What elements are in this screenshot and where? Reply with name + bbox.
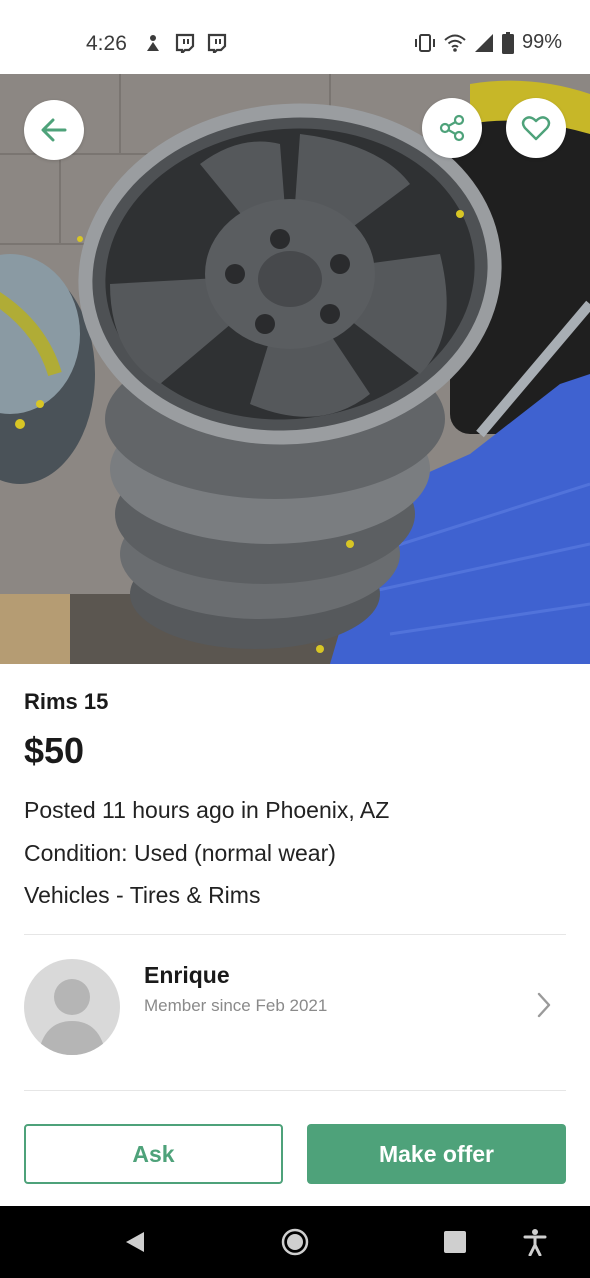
nav-back-button[interactable] <box>110 1206 160 1278</box>
listing-posted: Posted 11 hours ago in Phoenix, AZ <box>24 797 390 823</box>
heart-icon <box>521 116 551 141</box>
seller-name: Enrique <box>144 962 230 988</box>
listing-condition: Condition: Used (normal wear) <box>24 840 336 866</box>
make-offer-button[interactable]: Make offer <box>307 1124 566 1184</box>
ask-button[interactable]: Ask <box>24 1124 283 1184</box>
signal-icon <box>474 33 493 52</box>
listing-category: Vehicles - Tires & Rims <box>24 882 261 908</box>
back-button[interactable] <box>24 100 84 160</box>
share-icon <box>439 114 465 142</box>
listing-price: $50 <box>24 730 85 771</box>
vibrate-icon <box>414 33 435 52</box>
divider <box>24 1090 566 1091</box>
notification-icon <box>142 32 164 54</box>
favorite-button[interactable] <box>506 98 566 158</box>
twitch-icon <box>206 32 228 54</box>
person-placeholder-icon <box>38 979 106 1055</box>
status-bar: 4:26 99% <box>0 0 590 74</box>
circle-home-icon <box>281 1228 309 1256</box>
seller-member-since: Member since Feb 2021 <box>144 996 328 1015</box>
share-button[interactable] <box>422 98 482 158</box>
chevron-right-icon <box>537 992 551 1018</box>
arrow-left-icon <box>41 118 67 142</box>
system-nav-bar <box>0 1206 590 1278</box>
avatar <box>24 959 120 1055</box>
triangle-back-icon <box>126 1232 144 1252</box>
wifi-icon <box>444 34 466 52</box>
nav-home-button[interactable] <box>270 1206 320 1278</box>
nav-recents-button[interactable] <box>430 1206 480 1278</box>
twitch-icon <box>174 32 196 54</box>
seller-card[interactable]: Enrique Member since Feb 2021 <box>0 935 590 1090</box>
accessibility-icon <box>523 1229 547 1256</box>
listing-photo[interactable] <box>0 74 590 664</box>
status-time: 4:26 <box>86 32 127 55</box>
square-recents-icon <box>444 1231 466 1253</box>
listing-title: Rims 15 <box>24 689 109 714</box>
battery-percent: 99% <box>521 31 562 53</box>
accessibility-button[interactable] <box>510 1206 560 1278</box>
battery-icon <box>501 31 514 54</box>
